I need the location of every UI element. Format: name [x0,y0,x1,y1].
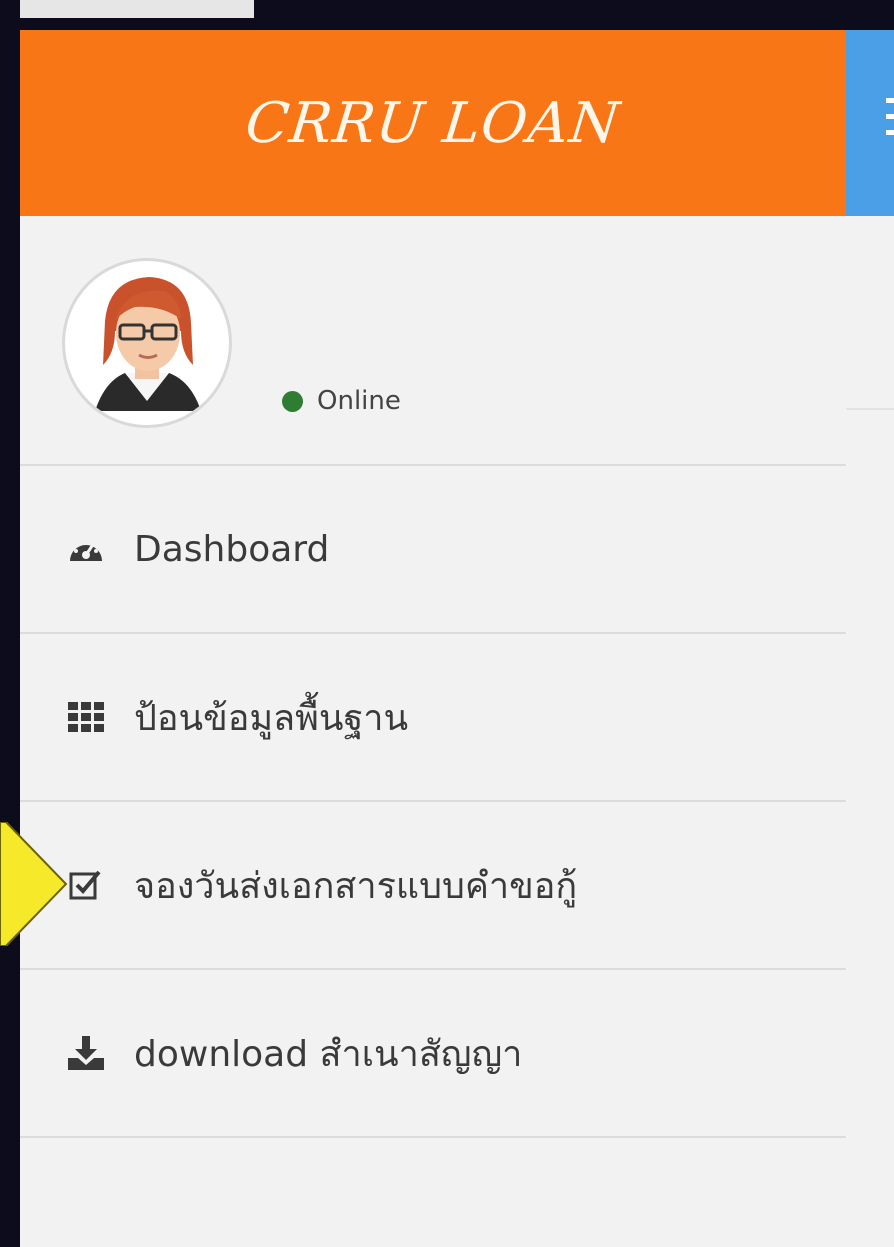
menu-label: download สำเนาสัญญา [134,1033,523,1075]
divider [846,408,894,410]
hamburger-icon[interactable] [886,98,894,144]
online-status: Online [282,386,401,416]
avatar-image [95,277,201,411]
content-area [846,30,894,1247]
brand-header[interactable]: CRRU LOAN [20,30,846,216]
pointer-arrow-icon [0,822,68,946]
user-avatar [62,258,232,428]
divider [20,1136,846,1138]
checkbox-icon [66,865,106,905]
grid-icon [66,697,106,737]
brand-title: CRRU LOAN [242,90,624,156]
menu-item-dashboard[interactable]: Dashboard [20,466,846,632]
status-dot-icon [282,390,303,412]
menu-item-book-date[interactable]: จองวันส่งเอกสารแบบคำขอกู้ [20,802,846,968]
menu-label: Dashboard [134,528,330,570]
user-panel: Online [20,216,846,464]
menu-label: จองวันส่งเอกสารแบบคำขอกู้ [134,865,578,907]
dashboard-icon [66,529,106,569]
status-text: Online [317,386,401,416]
sidebar-menu: Dashboard ป้อนข้อมูลพื้นฐาน จองวันส่งเอก… [20,464,846,1138]
top-navbar [846,30,894,216]
menu-label: ป้อนข้อมูลพื้นฐาน [134,697,409,739]
top-bar-stub [20,0,254,18]
menu-item-download-contract[interactable]: download สำเนาสัญญา [20,970,846,1136]
menu-item-basic-info[interactable]: ป้อนข้อมูลพื้นฐาน [20,634,846,800]
sidebar: CRRU LOAN Online Dashboard ป้อนข้อมูลพื้… [20,30,846,1247]
download-icon [66,1033,106,1073]
